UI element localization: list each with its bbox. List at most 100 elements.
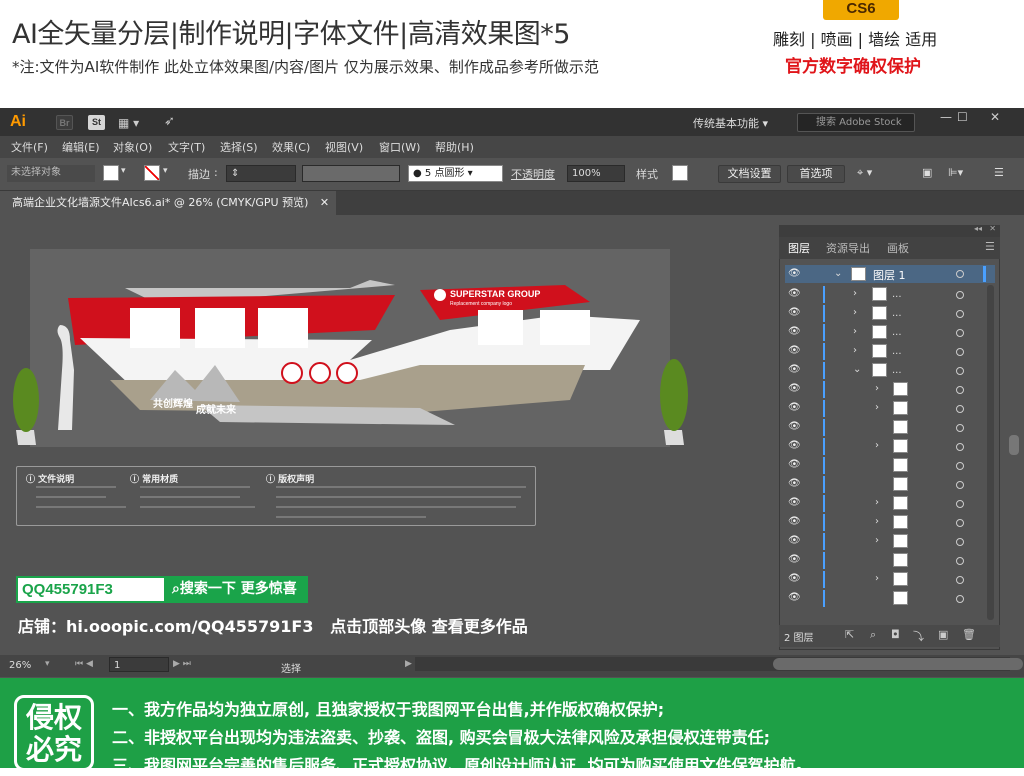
stroke-label[interactable]: 描边 xyxy=(188,166,210,182)
eye-icon[interactable]: 👁 xyxy=(788,573,801,584)
eye-icon[interactable]: 👁 xyxy=(788,516,801,527)
transform-icon[interactable]: ⊫▾ xyxy=(948,166,963,179)
document-tab[interactable]: 高端企业文化墙源文件AIcs6.ai* @ 26% (CMYK/GPU 预览) … xyxy=(0,191,336,215)
panel-scrollbar[interactable] xyxy=(987,285,994,620)
chevron-right-icon[interactable]: › xyxy=(875,402,879,413)
fill-swatch[interactable] xyxy=(103,165,119,181)
close-icon[interactable]: ✕ xyxy=(320,196,329,209)
menu-window[interactable]: 窗口(W) xyxy=(379,139,420,155)
eye-icon[interactable]: 👁 xyxy=(788,535,801,546)
minimize-button[interactable]: — xyxy=(940,110,952,124)
eye-icon[interactable]: 👁 xyxy=(788,592,801,603)
target-icon[interactable] xyxy=(956,291,964,299)
eye-icon[interactable]: 👁 xyxy=(788,402,801,413)
chevron-down-icon[interactable]: ⌄ xyxy=(853,364,861,375)
first-artboard-icon[interactable]: ⏮ ◀ xyxy=(75,659,93,669)
target-icon[interactable] xyxy=(956,443,964,451)
opacity-field[interactable]: 100% xyxy=(567,165,625,182)
tab-layers[interactable]: 图层 xyxy=(788,240,810,256)
graphic-style-swatch[interactable] xyxy=(672,165,688,181)
target-icon[interactable] xyxy=(956,270,964,278)
menu-edit[interactable]: 编辑(E) xyxy=(62,139,100,155)
eye-icon[interactable]: 👁 xyxy=(788,459,801,470)
target-icon[interactable] xyxy=(956,519,964,527)
align-icon[interactable]: ▣ xyxy=(922,166,932,179)
target-icon[interactable] xyxy=(956,595,964,603)
zoom-dropdown-icon[interactable]: ▾ xyxy=(45,659,50,669)
new-layer-icon[interactable]: ▣ xyxy=(938,628,948,641)
eye-icon[interactable]: 👁 xyxy=(788,268,801,279)
collapse-icon[interactable]: ◂◂ xyxy=(974,224,982,233)
menu-help[interactable]: 帮助(H) xyxy=(435,139,474,155)
preferences-button[interactable]: 首选项 xyxy=(787,165,845,183)
chevron-right-icon[interactable]: › xyxy=(875,440,879,451)
target-icon[interactable] xyxy=(956,348,964,356)
eye-icon[interactable]: 👁 xyxy=(788,345,801,356)
stroke-weight-field[interactable]: ⇕ xyxy=(226,165,296,182)
select-similar-icon[interactable]: ⌖ ▾ xyxy=(857,166,872,180)
target-icon[interactable] xyxy=(956,367,964,375)
menu-view[interactable]: 视图(V) xyxy=(325,139,363,155)
chevron-right-icon[interactable]: › xyxy=(853,288,857,299)
target-icon[interactable] xyxy=(956,576,964,584)
eye-icon[interactable]: 👁 xyxy=(788,326,801,337)
artboard-number[interactable]: 1 xyxy=(109,657,169,672)
stock-button[interactable]: St xyxy=(88,115,105,130)
chevron-right-icon[interactable]: › xyxy=(853,345,857,356)
target-icon[interactable] xyxy=(956,310,964,318)
eye-icon[interactable]: 👁 xyxy=(788,364,801,375)
target-icon[interactable] xyxy=(956,405,964,413)
close-button[interactable]: ✕ xyxy=(990,110,1000,124)
chevron-right-icon[interactable]: › xyxy=(875,497,879,508)
stroke-swatch[interactable] xyxy=(144,165,160,181)
chevron-right-icon[interactable]: › xyxy=(853,307,857,318)
scroll-thumb[interactable] xyxy=(773,658,1023,670)
panel-menu-icon[interactable]: ☰ xyxy=(994,166,1004,179)
target-icon[interactable] xyxy=(956,329,964,337)
next-artboard-icon[interactable]: ▶ ⏭ xyxy=(173,659,191,669)
arrange-documents-icon[interactable]: ▦ ▾ xyxy=(118,116,139,130)
export-icon[interactable]: ⇱ xyxy=(845,628,854,641)
target-icon[interactable] xyxy=(956,500,964,508)
opacity-label[interactable]: 不透明度 xyxy=(511,166,555,182)
target-icon[interactable] xyxy=(956,386,964,394)
zoom-level[interactable]: 26% xyxy=(9,660,31,671)
new-sublayer-icon[interactable]: ⤵ xyxy=(913,628,924,644)
search-more-button[interactable]: ⌕搜索一下 更多惊喜 xyxy=(166,576,308,603)
target-icon[interactable] xyxy=(956,481,964,489)
panel-menu-icon[interactable]: ☰ xyxy=(985,240,995,253)
bridge-button[interactable]: Br xyxy=(56,115,73,130)
canvas-scrollbar[interactable] xyxy=(1009,435,1019,455)
chevron-right-icon[interactable]: › xyxy=(875,516,879,527)
chevron-right-icon[interactable]: › xyxy=(875,573,879,584)
chevron-right-icon[interactable]: › xyxy=(875,535,879,546)
menu-effect[interactable]: 效果(C) xyxy=(272,139,310,155)
variable-width-profile[interactable] xyxy=(302,165,400,182)
menu-type[interactable]: 文字(T) xyxy=(168,139,205,155)
tab-artboards[interactable]: 画板 xyxy=(887,240,909,256)
chevron-down-icon[interactable]: ▾ xyxy=(121,166,126,176)
clip-mask-icon[interactable]: ◘ xyxy=(891,628,900,641)
chevron-down-icon[interactable]: ⌄ xyxy=(834,268,842,279)
chevron-right-icon[interactable]: › xyxy=(875,383,879,394)
document-setup-button[interactable]: 文档设置 xyxy=(718,165,781,183)
chevron-right-icon[interactable]: › xyxy=(853,326,857,337)
brush-definition[interactable]: ● 5 点圆形 ▾ xyxy=(408,165,503,182)
eye-icon[interactable]: 👁 xyxy=(788,421,801,432)
stock-search-input[interactable]: 搜索 Adobe Stock xyxy=(797,113,915,132)
shop-link[interactable]: 店铺：hi.ooopic.com/QQ455791F3 点击顶部头像 查看更多作… xyxy=(18,613,528,637)
target-icon[interactable] xyxy=(956,462,964,470)
eye-icon[interactable]: 👁 xyxy=(788,478,801,489)
menu-file[interactable]: 文件(F) xyxy=(11,139,48,155)
eye-icon[interactable]: 👁 xyxy=(788,307,801,318)
eye-icon[interactable]: 👁 xyxy=(788,497,801,508)
target-icon[interactable] xyxy=(956,538,964,546)
eye-icon[interactable]: 👁 xyxy=(788,288,801,299)
close-icon[interactable]: ✕ xyxy=(989,224,996,233)
menu-select[interactable]: 选择(S) xyxy=(220,139,258,155)
trash-icon[interactable]: 🗑 xyxy=(962,628,976,641)
status-arrow-icon[interactable]: ▶ xyxy=(405,659,412,669)
maximize-button[interactable]: ☐ xyxy=(957,110,968,124)
workspace-switcher[interactable]: 传统基本功能 ▾ xyxy=(693,115,768,131)
eye-icon[interactable]: 👁 xyxy=(788,383,801,394)
